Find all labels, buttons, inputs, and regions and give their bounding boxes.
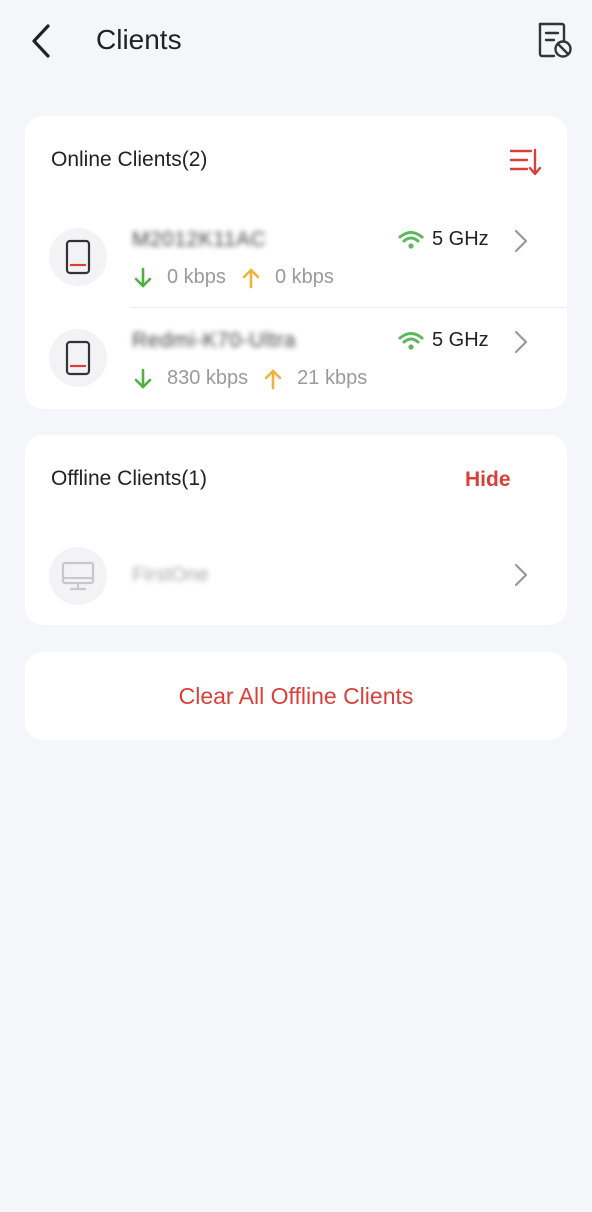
- chevron-left-icon[interactable]: [26, 22, 60, 60]
- client-name: Redmi-K70-Ultra: [132, 329, 296, 352]
- monitor-icon: [49, 547, 107, 605]
- band-label: 5 GHz: [432, 228, 489, 250]
- app-header: Clients: [0, 0, 592, 84]
- client-row[interactable]: M2012K11AC 5 GHz 0 kbps 0 kbps: [25, 208, 567, 308]
- offline-clients-title: Offline Clients(1): [51, 467, 208, 490]
- download-speed: 830 kbps: [167, 367, 249, 389]
- online-clients-card: Online Clients(2) M2012K11AC 5 GHz 0 kbp…: [25, 116, 567, 409]
- clear-all-offline-button[interactable]: Clear All Offline Clients: [25, 652, 567, 740]
- clear-all-label: Clear All Offline Clients: [178, 682, 414, 709]
- wifi-icon: [398, 331, 424, 350]
- upload-arrow-icon: [264, 369, 282, 389]
- band-indicator: 5 GHz: [398, 329, 489, 352]
- upload-speed: 0 kbps: [274, 266, 334, 288]
- divider: [132, 307, 567, 308]
- client-row[interactable]: Redmi-K70-Ultra 5 GHz 830 kbps 21 kbps: [25, 309, 567, 409]
- online-clients-title: Online Clients(2): [51, 148, 208, 171]
- offline-clients-card: Offline Clients(1) Hide FirstOne: [25, 435, 567, 625]
- phone-icon: [49, 329, 107, 387]
- chevron-right-icon: [514, 229, 528, 253]
- client-row[interactable]: FirstOne: [25, 530, 567, 630]
- sort-icon[interactable]: [509, 146, 541, 178]
- hide-button[interactable]: Hide: [465, 468, 511, 492]
- phone-icon: [49, 228, 107, 286]
- band-label: 5 GHz: [432, 329, 489, 351]
- wifi-icon: [398, 230, 424, 249]
- download-arrow-icon: [134, 368, 152, 388]
- speed-line: 0 kbps 0 kbps: [132, 266, 334, 289]
- speed-line: 830 kbps 21 kbps: [132, 367, 367, 390]
- page-title: Clients: [96, 24, 182, 55]
- chevron-right-icon: [514, 330, 528, 354]
- chevron-right-icon: [514, 563, 528, 587]
- client-name: FirstOne: [132, 564, 209, 586]
- band-indicator: 5 GHz: [398, 228, 489, 251]
- upload-speed: 21 kbps: [297, 367, 368, 389]
- download-speed: 0 kbps: [167, 266, 226, 288]
- download-arrow-icon: [134, 267, 152, 287]
- blacklist-doc-icon[interactable]: [534, 20, 574, 60]
- upload-arrow-icon: [242, 268, 260, 288]
- client-name: M2012K11AC: [132, 228, 267, 251]
